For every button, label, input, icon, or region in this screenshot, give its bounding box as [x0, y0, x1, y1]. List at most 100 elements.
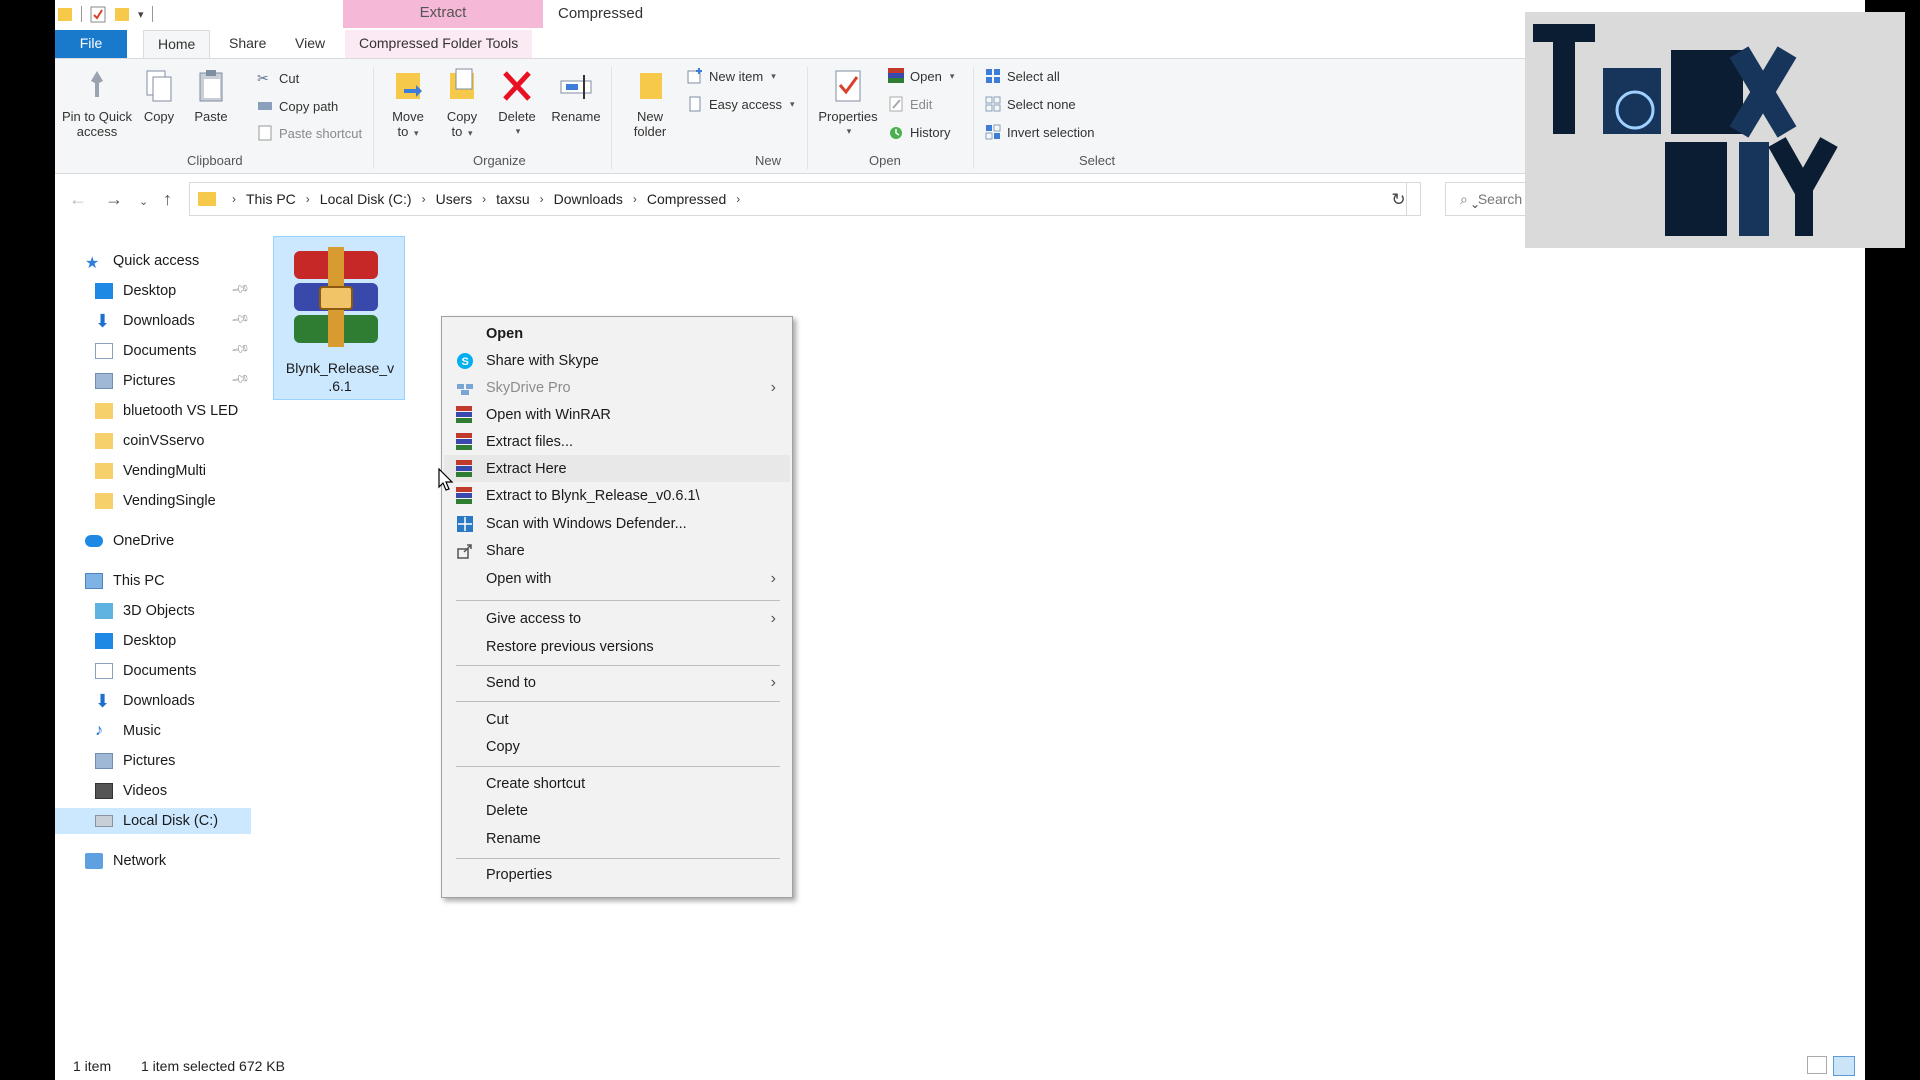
menu-item-copy[interactable]: Copy — [444, 733, 790, 760]
open-button[interactable]: Open ▾ — [888, 65, 954, 87]
paste-button[interactable]: Paste — [189, 67, 233, 124]
file-item-blynk-release[interactable]: Blynk_Release_v .6.1 — [273, 236, 405, 400]
breadcrumb-chevron-icon[interactable]: › — [416, 192, 432, 206]
menu-item-cut[interactable]: Cut — [444, 706, 790, 733]
menu-item-scan-windows-defender[interactable]: Scan with Windows Defender... — [444, 510, 790, 537]
menu-item-give-access-to[interactable]: Give access to › — [444, 605, 790, 632]
delete-button[interactable]: Delete ▾ — [495, 67, 539, 139]
copy-button[interactable]: Copy — [137, 67, 181, 124]
nav-quick-folder-bluetooth[interactable]: bluetooth VS LED — [95, 398, 238, 424]
menu-item-extract-here[interactable]: Extract Here — [444, 455, 790, 482]
menu-item-open[interactable]: Open — [444, 320, 790, 347]
breadcrumb-taxsu[interactable]: taxsu — [492, 191, 533, 207]
customize-toolbar-icon[interactable]: ▾ — [138, 8, 144, 21]
menu-item-open-with[interactable]: Open with › — [444, 565, 790, 592]
menu-item-create-shortcut[interactable]: Create shortcut — [444, 770, 790, 797]
refresh-icon[interactable]: ↻ — [1377, 182, 1421, 216]
menu-item-restore-previous-versions[interactable]: Restore previous versions — [444, 633, 790, 660]
nav-pc-pictures[interactable]: Pictures — [95, 748, 175, 774]
pin-icon[interactable]: 📌︎ — [230, 339, 251, 359]
file-name-line2: .6.1 — [328, 378, 352, 394]
edit-button[interactable]: Edit — [888, 93, 932, 115]
new-item-button[interactable]: New item ▾ — [687, 65, 776, 87]
pin-to-quick-access-button[interactable]: Pin to Quick access — [61, 67, 133, 139]
nav-pc-music[interactable]: ♪ Music — [95, 718, 161, 744]
nav-quick-access[interactable]: ★ Quick access — [85, 248, 199, 274]
nav-pc-3d-objects[interactable]: 3D Objects — [95, 598, 195, 624]
nav-onedrive[interactable]: OneDrive — [85, 528, 174, 554]
invert-selection-button[interactable]: Invert selection — [985, 121, 1094, 143]
nav-quick-desktop[interactable]: Desktop — [95, 278, 176, 304]
menu-item-rename[interactable]: Rename — [444, 825, 790, 852]
select-none-button[interactable]: Select none — [985, 93, 1076, 115]
menu-item-extract-files[interactable]: Extract files... — [444, 428, 790, 455]
breadcrumb-users[interactable]: Users — [432, 191, 477, 207]
nav-quick-folder-vendingsingle[interactable]: VendingSingle — [95, 488, 216, 514]
breadcrumb-chevron-icon[interactable]: › — [627, 192, 643, 206]
breadcrumb-compressed[interactable]: Compressed — [643, 191, 730, 207]
large-icons-view-icon[interactable] — [1833, 1056, 1855, 1076]
pin-icon[interactable]: 📌︎ — [230, 279, 251, 299]
details-view-icon[interactable] — [1807, 1056, 1827, 1074]
new-folder-button[interactable]: New folder — [625, 67, 675, 139]
select-all-button[interactable]: Select all — [985, 65, 1060, 87]
new-folder-icon[interactable] — [114, 5, 130, 23]
tab-view[interactable]: View — [281, 30, 339, 58]
menu-item-open-with-winrar[interactable]: Open with WinRAR — [444, 401, 790, 428]
breadcrumb-this-pc[interactable]: This PC — [242, 191, 300, 207]
history-button[interactable]: History — [888, 121, 950, 143]
menu-item-delete[interactable]: Delete — [444, 797, 790, 824]
nav-pc-desktop[interactable]: Desktop — [95, 628, 176, 654]
nav-pc-documents[interactable]: Documents — [95, 658, 196, 684]
copy-path-button[interactable]: Copy path — [257, 95, 338, 117]
breadcrumb-downloads[interactable]: Downloads — [550, 191, 627, 207]
recent-locations-chevron-icon[interactable]: ⌄ — [139, 195, 148, 208]
properties-dropdown-icon[interactable]: ▾ — [815, 124, 883, 139]
properties-check-icon[interactable] — [90, 5, 106, 23]
breadcrumb-chevron-icon[interactable]: › — [730, 192, 746, 206]
forward-arrow-icon[interactable]: → — [105, 189, 123, 210]
menu-item-send-to[interactable]: Send to › — [444, 669, 790, 696]
tab-home[interactable]: Home — [143, 30, 211, 58]
nav-item-label: Videos — [123, 783, 168, 799]
up-arrow-icon[interactable]: ↑ — [163, 189, 172, 210]
breadcrumb-chevron-icon[interactable]: › — [226, 192, 242, 206]
breadcrumb-chevron-icon[interactable]: › — [300, 192, 316, 206]
tab-share[interactable]: Share — [215, 30, 280, 58]
nav-quick-pictures[interactable]: Pictures — [95, 368, 175, 394]
menu-item-properties[interactable]: Properties — [444, 861, 790, 888]
paste-shortcut-button[interactable]: Paste shortcut — [257, 122, 362, 144]
menu-item-skydrive-pro[interactable]: SkyDrive Pro › — [444, 374, 790, 401]
address-bar[interactable]: › This PC › Local Disk (C:) › Users › ta… — [189, 182, 1480, 216]
group-label-new: New — [755, 153, 782, 168]
breadcrumb-chevron-icon[interactable]: › — [476, 192, 492, 206]
nav-quick-downloads[interactable]: ⬇ Downloads — [95, 308, 195, 334]
nav-quick-folder-coinvsservo[interactable]: coinVSservo — [95, 428, 204, 454]
delete-dropdown-icon[interactable]: ▾ — [497, 124, 539, 139]
paste-label: Paste — [194, 109, 228, 124]
breadcrumb-chevron-icon[interactable]: › — [534, 192, 550, 206]
menu-item-extract-to[interactable]: Extract to Blynk_Release_v0.6.1\ — [444, 482, 790, 509]
copy-to-button[interactable]: Copy to ▾ — [439, 67, 485, 141]
move-to-button[interactable]: Move to ▾ — [385, 67, 431, 141]
pin-icon[interactable]: 📌︎ — [230, 309, 251, 329]
cut-button[interactable]: ✂ Cut — [257, 67, 299, 89]
tab-file[interactable]: File — [55, 30, 127, 58]
nav-network[interactable]: Network — [85, 848, 166, 874]
tab-compressed-folder-tools[interactable]: Compressed Folder Tools — [345, 30, 533, 58]
nav-pc-downloads[interactable]: ⬇ Downloads — [95, 688, 195, 714]
nav-quick-folder-vendingmulti[interactable]: VendingMulti — [95, 458, 206, 484]
rename-button[interactable]: Rename — [549, 67, 603, 124]
easy-access-button[interactable]: Easy access ▾ — [687, 93, 795, 115]
nav-quick-documents[interactable]: Documents — [95, 338, 196, 364]
back-arrow-icon[interactable]: ← — [69, 189, 87, 210]
breadcrumb-local-disk[interactable]: Local Disk (C:) — [316, 191, 416, 207]
select-all-label: Select all — [1007, 68, 1060, 84]
properties-button[interactable]: Properties ▾ — [813, 67, 883, 139]
nav-pc-local-disk[interactable]: Local Disk (C:) — [55, 808, 251, 834]
nav-pc-videos[interactable]: Videos — [95, 778, 167, 804]
menu-item-share[interactable]: Share — [444, 537, 790, 564]
nav-this-pc[interactable]: This PC — [85, 568, 165, 594]
menu-item-share-with-skype[interactable]: S Share with Skype — [444, 347, 790, 374]
pin-icon[interactable]: 📌︎ — [230, 369, 251, 389]
